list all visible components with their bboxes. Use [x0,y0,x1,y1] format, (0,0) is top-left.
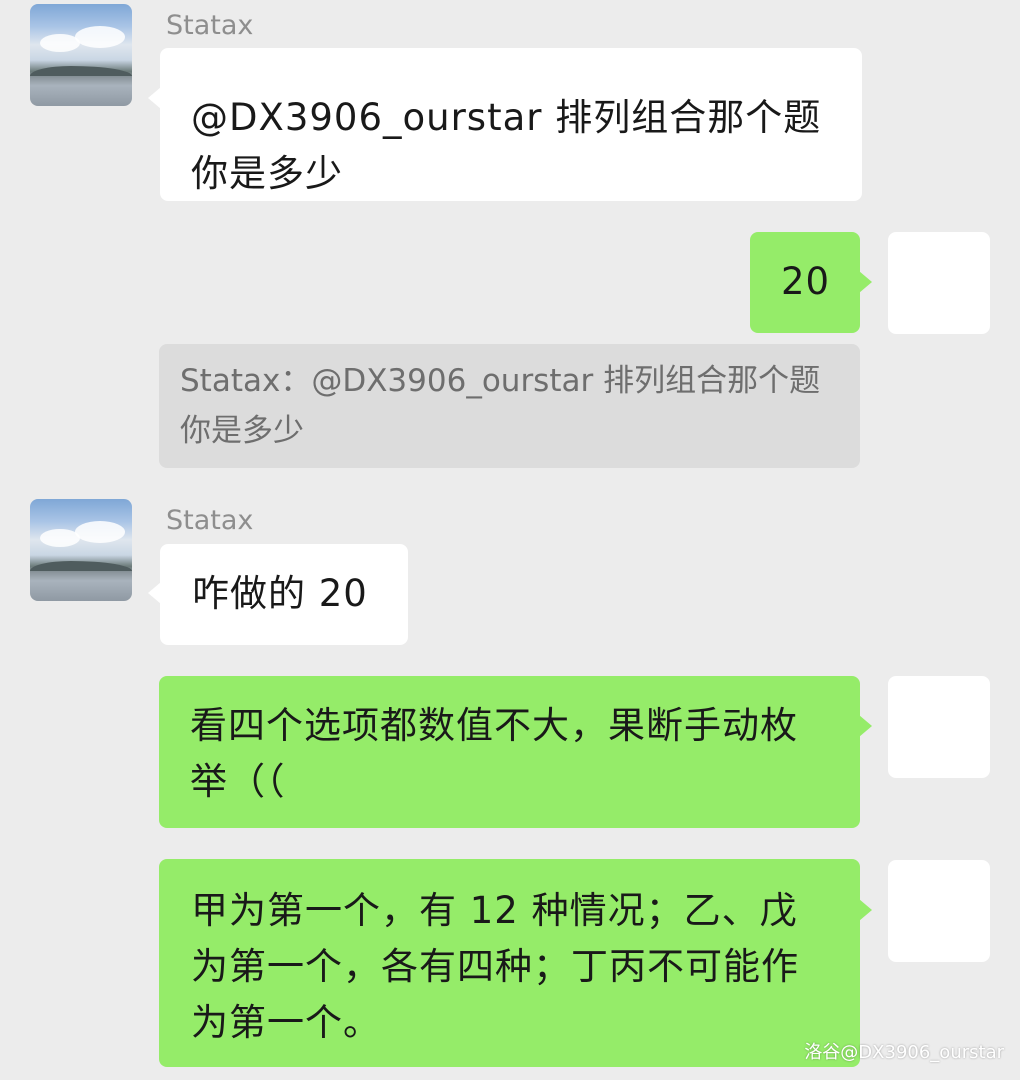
message-text: 看四个选项都数值不大，果断手动枚举（（ [190,704,798,803]
avatar-statax[interactable] [30,499,132,601]
avatar-self[interactable] [888,676,990,778]
sender-name: Statax [166,10,254,41]
message-bubble[interactable]: 甲为第一个，有 12 种情况；乙、戊为第一个，各有四种；丁丙不可能作为第一个。 [159,859,860,1067]
bubble-tail [859,271,872,293]
message-text: 咋做的 20 [192,572,368,615]
quoted-message[interactable]: Statax：@DX3906_ourstar 排列组合那个题你是多少 [159,344,860,468]
chat-window[interactable]: Statax @DX3906_ourstar 排列组合那个题你是多少 20 St… [0,0,1020,1080]
avatar-cloud [40,529,80,547]
message-bubble[interactable]: 看四个选项都数值不大，果断手动枚举（（ [159,676,860,828]
sender-name: Statax [166,505,254,536]
message-text: 甲为第一个，有 12 种情况；乙、戊为第一个，各有四种；丁丙不可能作为第一个。 [191,889,799,1044]
watermark: 洛谷@DX3906_ourstar [804,1042,1004,1063]
bubble-tail [859,715,872,737]
avatar-statax[interactable] [30,4,132,106]
avatar-hills [30,66,132,76]
avatar-self[interactable] [888,860,990,962]
avatar-cloud [75,521,125,543]
message-bubble[interactable]: 20 [750,232,860,333]
message-bubble[interactable]: 咋做的 20 [160,544,408,645]
quote-text: Statax：@DX3906_ourstar 排列组合那个题你是多少 [180,363,821,449]
avatar-cloud [40,34,80,52]
bubble-tail [859,899,872,921]
avatar-cloud [75,26,125,48]
message-text: 20 [781,260,831,303]
message-text: @DX3906_ourstar 排列组合那个题你是多少 [191,96,822,195]
avatar-hills [30,561,132,571]
message-bubble[interactable]: @DX3906_ourstar 排列组合那个题你是多少 [160,48,862,201]
avatar-self[interactable] [888,232,990,334]
